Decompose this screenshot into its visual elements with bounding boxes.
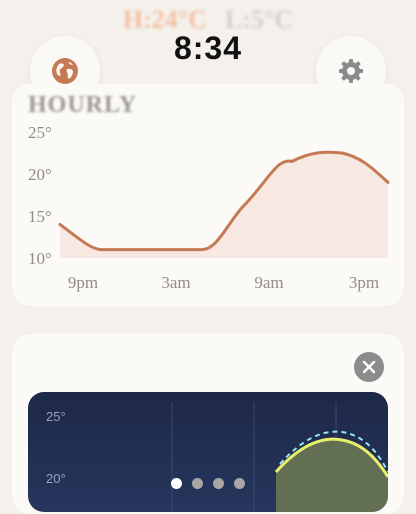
page-dot[interactable] bbox=[171, 478, 182, 489]
hourly-card: HOURLY 25° 20° 15° 10° 9pm 3am 9am 3pm bbox=[12, 84, 404, 306]
page-dot[interactable] bbox=[192, 478, 203, 489]
x-tick-label: 9pm bbox=[68, 273, 98, 292]
y-tick-label: 10° bbox=[28, 249, 52, 268]
gear-icon bbox=[339, 59, 363, 83]
x-tick-label: 3am bbox=[161, 273, 190, 292]
globe-icon bbox=[52, 58, 78, 84]
y-tick-label: 25° bbox=[28, 123, 52, 142]
y-tick-label: 20° bbox=[28, 165, 52, 184]
x-tick-label: 3pm bbox=[349, 273, 379, 292]
page-dot[interactable] bbox=[234, 478, 245, 489]
detail-temperature-chart: 25° 20° bbox=[28, 392, 388, 512]
temperature-area bbox=[60, 152, 388, 258]
y-tick-label: 15° bbox=[28, 207, 52, 226]
page-dot[interactable] bbox=[213, 478, 224, 489]
close-icon bbox=[362, 360, 376, 374]
hourly-chart: 25° 20° 15° 10° 9pm 3am 9am 3pm bbox=[28, 123, 390, 292]
x-tick-label: 9am bbox=[254, 273, 283, 292]
detail-y-tick: 25° bbox=[46, 409, 66, 424]
page-indicator[interactable] bbox=[0, 478, 416, 489]
close-button[interactable] bbox=[354, 352, 384, 382]
